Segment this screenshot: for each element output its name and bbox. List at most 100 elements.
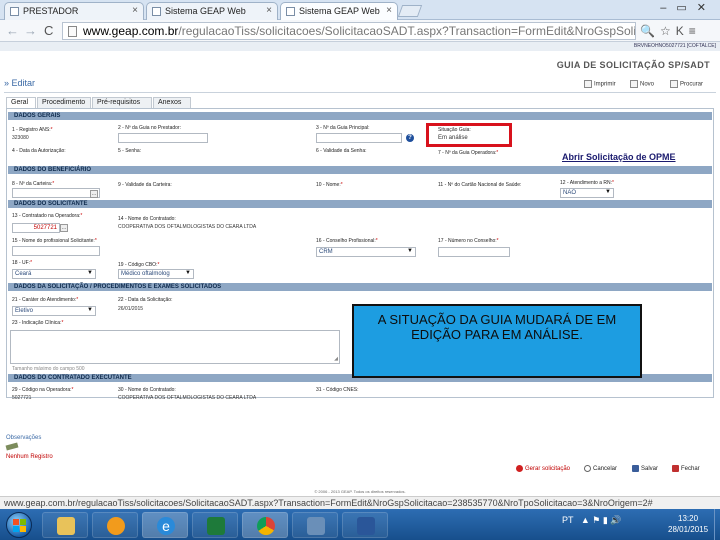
reload-icon[interactable]: C	[44, 23, 53, 38]
tab-procedimento[interactable]: Procedimento	[37, 97, 91, 108]
search-icon	[670, 80, 678, 88]
chevron-down-icon: ▼	[185, 270, 191, 276]
search-button[interactable]: Procurar	[670, 80, 703, 88]
printer-icon	[584, 80, 592, 88]
field-label: 1 - Registro ANS:*	[12, 127, 53, 133]
new-tab-button[interactable]	[397, 5, 423, 17]
url-path: /regulacaoTiss/solicitacoes/SolicitacaoS…	[178, 24, 636, 38]
back-arrow-icon[interactable]: ←	[6, 23, 19, 38]
chevron-down-icon: ▼	[407, 248, 413, 254]
field-label: 15 - Nome do profissional Solicitante:*	[12, 238, 97, 244]
annotation-callout: A SITUAÇÃO DA GUIA MUDARÁ DE EM EDIÇÃO P…	[352, 304, 642, 378]
field-label: 14 - Nome do Contratado:	[118, 216, 176, 222]
header-divider	[4, 92, 716, 93]
clock[interactable]: 13:20 28/01/2015	[668, 513, 708, 535]
tab-anexos[interactable]: Anexos	[153, 97, 191, 108]
forward-arrow-icon[interactable]: →	[24, 23, 37, 38]
field-label: 9 - Validade da Carteira:	[118, 182, 172, 188]
chevron-down-icon: ▼	[605, 189, 611, 195]
cbo-select[interactable]: Médico oftalmolog ▼	[118, 269, 194, 279]
pencil-icon[interactable]	[5, 442, 19, 451]
resize-grip-icon[interactable]: ◢	[334, 356, 338, 362]
contratado-operadora-input[interactable]: 5027721	[12, 223, 60, 233]
close-icon[interactable]: ×	[266, 5, 272, 16]
close-button[interactable]: Fechar	[672, 465, 700, 472]
field-label: 16 - Conselho Profissional:*	[316, 238, 378, 244]
taskbar-excel[interactable]	[192, 512, 238, 538]
carater-select[interactable]: Eletivo ▼	[12, 306, 96, 316]
browser-tab-geap-1[interactable]: Sistema GEAP Web ×	[146, 2, 278, 20]
field-label: 17 - Número no Conselho:*	[438, 238, 499, 244]
generate-request-button[interactable]: Gerar solicitação	[516, 465, 570, 472]
chevron-down-icon: ▼	[87, 307, 93, 313]
start-button[interactable]	[6, 512, 32, 538]
language-indicator[interactable]: PT	[562, 515, 573, 525]
folder-icon	[57, 517, 75, 535]
close-icon[interactable]: ×	[386, 5, 392, 16]
browser-tab-prestador[interactable]: PRESTADOR ×	[4, 2, 144, 20]
section-dados-gerais: DADOS GERAIS	[8, 112, 712, 120]
page-top-strip	[0, 42, 720, 51]
taskbar-word[interactable]	[342, 512, 388, 538]
show-desktop-button[interactable]	[714, 509, 720, 540]
new-label: Novo	[640, 81, 655, 88]
taskbar-chrome[interactable]	[242, 512, 288, 538]
guia-principal-input[interactable]	[316, 133, 402, 143]
situacao-highlight-box	[426, 123, 512, 147]
system-tray[interactable]: PT ▲ ⚑ ▮ 🔊	[562, 515, 621, 526]
excel-icon	[207, 517, 225, 535]
field-label: 23 - Indicação Clínica:*	[12, 320, 64, 326]
codigo-operadora-value: 5027721	[12, 395, 32, 401]
close-icon[interactable]: ×	[132, 5, 138, 16]
help-icon[interactable]: ?	[406, 134, 414, 142]
url-host: www.geap.com.br	[83, 24, 179, 38]
chevron-down-icon: ▼	[87, 270, 93, 276]
guia-prestador-input[interactable]	[118, 133, 208, 143]
profissional-input[interactable]	[12, 246, 100, 256]
atendimento-rn-select[interactable]: NAO ▼	[560, 188, 614, 198]
browser-tab-geap-2[interactable]: Sistema GEAP Web ×	[280, 2, 398, 20]
field-label: 21 - Caráter do Atendimento:*	[12, 297, 79, 303]
tab-label: Sistema GEAP Web	[299, 6, 380, 16]
lookup-icon[interactable]: …	[90, 190, 98, 198]
toolbar-icons[interactable]: 🔍☆K≡	[640, 24, 701, 38]
save-button[interactable]: Salvar	[632, 465, 658, 472]
section-solicitante: DADOS DO SOLICITANTE	[8, 200, 712, 208]
generate-icon	[516, 465, 523, 472]
browser-tabstrip: PRESTADOR × Sistema GEAP Web × Sistema G…	[0, 0, 720, 20]
cancel-button[interactable]: Cancelar	[584, 465, 617, 472]
chrome-icon	[257, 517, 275, 535]
taskbar-explorer[interactable]	[42, 512, 88, 538]
page-icon	[152, 7, 161, 16]
conselho-select[interactable]: CRM ▼	[316, 247, 416, 257]
media-player-icon	[107, 517, 125, 535]
field-label: 31 - Código CNES:	[316, 387, 359, 393]
numero-conselho-input[interactable]	[438, 247, 510, 257]
mode-label: » Editar	[4, 78, 36, 88]
close-label: Fechar	[681, 466, 700, 473]
field-label: 6 - Validade da Senha:	[316, 148, 367, 154]
taskbar-internet-explorer[interactable]: e	[142, 512, 188, 538]
save-icon	[632, 465, 639, 472]
print-button[interactable]: Imprimir	[584, 80, 616, 88]
taskbar-media-player[interactable]	[92, 512, 138, 538]
carteira-input[interactable]	[12, 188, 100, 198]
opme-link[interactable]: Abrir Solicitação de OPME	[562, 152, 676, 162]
taskbar-app[interactable]	[292, 512, 338, 538]
url-input[interactable]: www.geap.com.br/regulacaoTiss/solicitaco…	[62, 22, 636, 40]
indicacao-clinica-textarea[interactable]: ◢	[10, 330, 340, 364]
field-label: 7 - Nº da Guia Operadora:*	[438, 150, 499, 156]
user-info: BRVNEOHNO5027721 [COFTALCE]	[633, 43, 716, 49]
field-label: 4 - Data da Autorização:	[12, 148, 66, 154]
new-button[interactable]: Novo	[630, 80, 654, 88]
tab-geral[interactable]: Geral	[6, 97, 36, 108]
field-label: 11 - Nº do Cartão Nacional de Saúde:	[438, 182, 522, 188]
field-label: 8 - Nº da Carteira:*	[12, 181, 55, 187]
window-controls[interactable]: –▭✕	[660, 1, 716, 14]
uf-select[interactable]: Ceará ▼	[12, 269, 96, 279]
tab-pre-requisitos[interactable]: Pré-requisitos	[92, 97, 152, 108]
section-solicitacao: DADOS DA SOLICITAÇÃO / PROCEDIMENTOS E E…	[8, 283, 712, 291]
app-icon	[307, 517, 325, 535]
lookup-icon[interactable]: …	[60, 224, 68, 232]
tab-label: Sistema GEAP Web	[165, 6, 246, 16]
